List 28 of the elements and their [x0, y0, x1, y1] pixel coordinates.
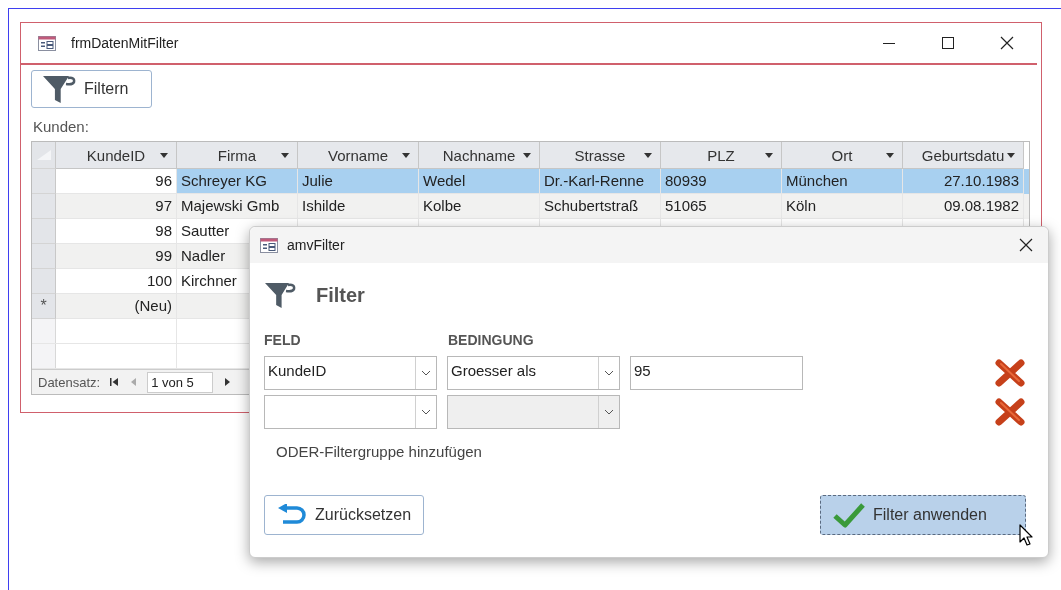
dialog-heading: Filter	[316, 283, 365, 307]
reset-button[interactable]: Zurücksetzen	[264, 495, 425, 535]
column-header[interactable]: Geburtsdatu	[903, 142, 1024, 169]
table-cell: 96	[56, 169, 177, 194]
row-selector[interactable]: *	[32, 294, 56, 319]
window-title: frmDatenMitFilter	[71, 35, 179, 51]
add-group-link[interactable]: ODER-Filtergruppe hinzufügen	[276, 443, 482, 460]
column-header[interactable]: PLZ	[661, 142, 782, 169]
table-row[interactable]: 97 Majewski Gmb Ishilde Kolbe Schubertstraß 51065 Köln 09.08.1982	[32, 194, 1029, 219]
column-label: FELD	[264, 332, 302, 350]
apply-filter-button[interactable]: Filter anwenden	[820, 495, 1026, 535]
column-header[interactable]: Strasse	[540, 142, 661, 169]
value-field[interactable]: 95	[630, 356, 803, 390]
table-row[interactable]: 96 Schreyer KG Julie Wedel Dr.-Karl-Renne 80939 München 27.10.1983	[32, 169, 1029, 194]
new-record-marker: *	[40, 297, 47, 315]
navigation-label: Datensatz:	[38, 374, 101, 390]
list-label: Kunden:	[33, 118, 90, 135]
table-cell: (Neu)	[56, 294, 177, 319]
filter-button[interactable]: Filtern	[31, 70, 152, 108]
column-header[interactable]: Vorname	[298, 142, 419, 169]
dropdown-field[interactable]: Groesser als	[447, 356, 620, 390]
column-header[interactable]: Ort	[782, 142, 903, 169]
record-position-field[interactable]: 1 von 5	[147, 371, 214, 393]
column-header[interactable]: KundeID	[56, 142, 177, 169]
column-header[interactable]: Nachname	[419, 142, 540, 169]
column-label: BEDINGUNG	[448, 332, 534, 350]
dropdown-field[interactable]: KundeID	[264, 356, 437, 390]
column-header[interactable]: Firma	[177, 142, 298, 169]
